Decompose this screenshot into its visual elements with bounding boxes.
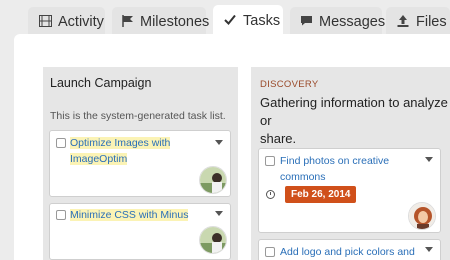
task-list-title: Launch Campaign bbox=[50, 76, 152, 90]
tab-label: Files bbox=[416, 13, 447, 30]
tab-activity[interactable]: Activity bbox=[28, 7, 105, 36]
flag-icon bbox=[122, 14, 134, 29]
upload-icon bbox=[396, 14, 410, 29]
task-list-title: Gathering information to analyze or shar… bbox=[260, 95, 448, 146]
avatar bbox=[408, 202, 436, 230]
task-link[interactable]: Minimize CSS with Minus bbox=[70, 207, 189, 223]
tab-files[interactable]: Files bbox=[386, 7, 450, 36]
message-icon bbox=[300, 15, 313, 29]
chevron-down-icon[interactable] bbox=[425, 157, 433, 162]
chevron-down-icon[interactable] bbox=[425, 247, 433, 252]
tab-label: Messages bbox=[319, 13, 386, 30]
avatar bbox=[199, 226, 227, 254]
clock-icon bbox=[266, 190, 275, 199]
film-icon bbox=[38, 14, 52, 29]
task-list-description: This is the system-generated task list. bbox=[50, 110, 226, 122]
tab-label: Activity bbox=[58, 13, 104, 30]
task-checkbox[interactable] bbox=[265, 156, 275, 166]
task-checkbox[interactable] bbox=[56, 138, 66, 148]
tab-tasks[interactable]: Tasks bbox=[213, 5, 283, 36]
milestone-label: DISCOVERY bbox=[260, 79, 319, 90]
task-link[interactable]: Find photos on creative commons bbox=[280, 153, 389, 185]
task-link[interactable]: Optimize Images with ImageOptim bbox=[70, 135, 171, 167]
tab-bar: Activity Milestones Tasks Messages Files bbox=[0, 0, 450, 36]
tab-messages[interactable]: Messages bbox=[290, 7, 386, 36]
task-checkbox[interactable] bbox=[56, 210, 66, 220]
due-date-badge[interactable]: Feb 26, 2014 bbox=[285, 186, 357, 203]
task-checkbox[interactable] bbox=[265, 247, 275, 257]
avatar bbox=[199, 166, 227, 194]
task-link[interactable]: Add logo and pick colors and bbox=[280, 244, 415, 260]
chevron-down-icon[interactable] bbox=[215, 211, 223, 216]
tab-label: Tasks bbox=[243, 12, 281, 29]
tab-label: Milestones bbox=[140, 13, 210, 30]
chevron-down-icon[interactable] bbox=[215, 140, 223, 145]
check-icon bbox=[223, 14, 237, 28]
tab-milestones[interactable]: Milestones bbox=[112, 7, 210, 36]
